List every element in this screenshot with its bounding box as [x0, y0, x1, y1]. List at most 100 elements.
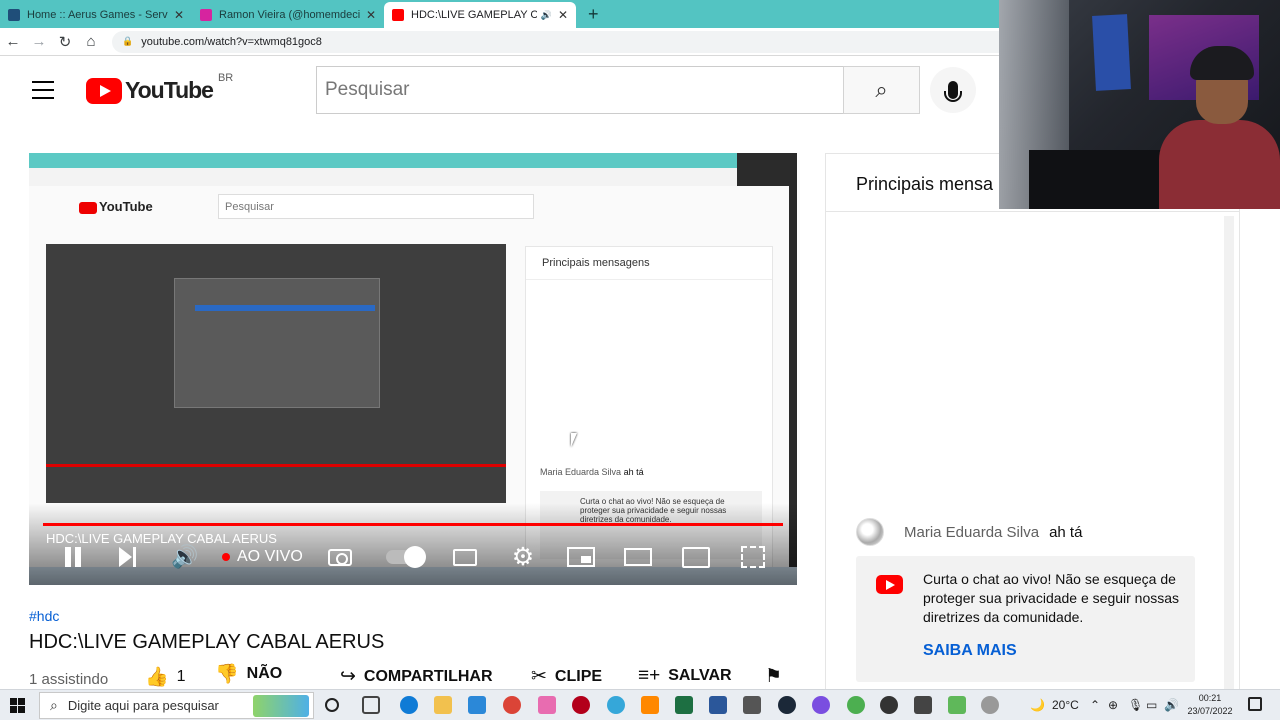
- obs-icon[interactable]: [880, 696, 898, 714]
- progress-bar[interactable]: [43, 523, 783, 526]
- battery-icon[interactable]: ▭: [1146, 698, 1157, 712]
- volume-icon[interactable]: 🔊: [171, 543, 198, 571]
- cast-icon[interactable]: [681, 543, 711, 571]
- home-icon[interactable]: ⌂: [78, 33, 104, 50]
- country-code: BR: [217, 71, 234, 84]
- instagram-favicon-icon: [200, 9, 212, 21]
- weather-icon[interactable]: 🌙: [1030, 698, 1045, 712]
- cortana-icon[interactable]: [325, 698, 339, 712]
- live-indicator[interactable]: AO VIVO: [222, 543, 312, 571]
- avatar[interactable]: [856, 518, 884, 546]
- player-controls: 🔊 AO VIVO ⚙: [29, 537, 797, 577]
- fullscreen-icon[interactable]: [740, 543, 766, 571]
- theater-mode-icon[interactable]: [623, 543, 653, 571]
- windows-taskbar: ⌕ Digite aqui para pesquisar 🌙 20°C ⌃ ⊕ …: [0, 689, 1280, 720]
- shield-app-icon[interactable]: [914, 696, 932, 714]
- thumbs-up-icon: 👍: [145, 667, 169, 688]
- captured-chat-message: Maria Eduarda Silva ah tá: [540, 467, 644, 477]
- lock-icon: 🔒: [122, 36, 134, 46]
- steam-icon[interactable]: [778, 696, 796, 714]
- volume-tray-icon[interactable]: 🔊: [1164, 698, 1179, 712]
- captured-dialog: [174, 278, 380, 408]
- captured-progress: [46, 464, 506, 467]
- next-button[interactable]: [117, 543, 137, 571]
- chat-text: ah tá: [1049, 523, 1083, 541]
- paint-icon[interactable]: [538, 696, 556, 714]
- vlc-icon[interactable]: [641, 696, 659, 714]
- notifications-icon[interactable]: [1248, 697, 1262, 711]
- settings-app-icon[interactable]: [981, 696, 999, 714]
- word-icon[interactable]: [709, 696, 727, 714]
- forward-icon[interactable]: →: [26, 33, 52, 50]
- like-button[interactable]: 👍 1: [145, 665, 186, 689]
- back-icon[interactable]: ←: [0, 33, 26, 50]
- settings-gear-icon[interactable]: ⚙: [510, 543, 536, 571]
- hashtag-link[interactable]: #hdc: [29, 608, 59, 624]
- close-tab-icon[interactable]: ✕: [174, 8, 184, 22]
- mail-icon[interactable]: [468, 696, 486, 714]
- windows-start-icon[interactable]: [10, 698, 25, 713]
- voice-search-button[interactable]: [930, 67, 976, 113]
- live-dot-icon: [222, 553, 230, 561]
- miniplayer-icon[interactable]: [566, 543, 596, 571]
- viewer-count: 1 assistindo: [29, 671, 109, 688]
- search-button[interactable]: ⌕: [843, 66, 920, 114]
- browser-app-icon[interactable]: [607, 696, 625, 714]
- subtitles-icon[interactable]: [452, 543, 478, 571]
- search-icon: ⌕: [50, 697, 58, 713]
- url-field[interactable]: 🔒 youtube.com/watch?v=xtwmq81goc8: [112, 30, 1092, 53]
- taskbar-search-input[interactable]: ⌕ Digite aqui para pesquisar: [39, 692, 314, 719]
- network-icon[interactable]: ⊕: [1108, 698, 1118, 712]
- youtube-logo[interactable]: YouTube BR: [86, 72, 233, 104]
- reload-icon[interactable]: ↻: [52, 33, 78, 51]
- clip-button[interactable]: ✂ CLIPE: [531, 665, 602, 688]
- webcam-overlay: [999, 0, 1280, 209]
- captured-logo: YouTube: [79, 199, 153, 214]
- save-button[interactable]: ≡+ SALVAR: [638, 665, 732, 687]
- speaker-icon[interactable]: 🔊: [541, 10, 552, 21]
- browser-tab-youtube[interactable]: HDC:\LIVE GAMEPLAY CABAL 🔊 ✕: [384, 2, 576, 28]
- report-button[interactable]: ⚑: [765, 665, 790, 688]
- browser-tab-aerus[interactable]: Home :: Aerus Games - Servidor ✕: [0, 2, 192, 28]
- learn-more-link[interactable]: SAIBA MAIS: [923, 642, 1017, 660]
- app-window-icon[interactable]: [743, 696, 761, 714]
- system-clock[interactable]: 00:21 23/07/2022: [1184, 692, 1236, 718]
- captured-address-bar: [29, 168, 737, 186]
- autoplay-toggle[interactable]: [384, 543, 426, 571]
- new-tab-icon[interactable]: +: [576, 4, 611, 28]
- chat-author[interactable]: Maria Eduarda Silva: [904, 524, 1039, 541]
- share-button[interactable]: ↪ COMPARTILHAR: [340, 665, 493, 688]
- aerus-favicon-icon: [8, 9, 20, 21]
- playlist-add-icon: ≡+: [638, 665, 661, 686]
- android-app-icon[interactable]: [948, 696, 966, 714]
- chat-scrollbar[interactable]: [1224, 216, 1234, 691]
- game-app-icon[interactable]: [572, 696, 590, 714]
- microphone-tray-icon[interactable]: 🎙: [1128, 698, 1143, 712]
- search-highlight-image: [253, 695, 309, 717]
- file-explorer-icon[interactable]: [434, 696, 452, 714]
- close-tab-icon[interactable]: ✕: [366, 8, 376, 22]
- dislike-button[interactable]: 👎 NÃO: [215, 662, 282, 686]
- screenshot-camera-icon[interactable]: [327, 543, 353, 571]
- youtube-masthead: YouTube BR Pesquisar ⌕: [0, 57, 1000, 123]
- captured-chat-header: Principais mensagens: [526, 247, 772, 280]
- youtube-favicon-icon: [392, 9, 404, 21]
- pause-button[interactable]: [63, 543, 83, 571]
- chat-app-icon[interactable]: [812, 696, 830, 714]
- menu-icon[interactable]: [32, 81, 54, 105]
- chrome-icon[interactable]: [503, 696, 521, 714]
- video-player[interactable]: YouTube Pesquisar Principais mensagens M…: [29, 153, 797, 585]
- task-view-icon[interactable]: [362, 696, 380, 714]
- chrome-profile-icon[interactable]: [847, 696, 865, 714]
- scissors-icon: ✂: [531, 666, 547, 687]
- flag-icon: ⚑: [765, 666, 783, 687]
- tray-chevron-icon[interactable]: ⌃: [1090, 698, 1100, 712]
- share-icon: ↪: [340, 666, 356, 687]
- search-input[interactable]: Pesquisar: [316, 66, 844, 114]
- edge-icon[interactable]: [400, 696, 418, 714]
- temperature[interactable]: 20°C: [1052, 698, 1079, 712]
- notice-text: Curta o chat ao vivo! Não se esqueça de …: [923, 571, 1180, 625]
- browser-tab-instagram[interactable]: Ramon Vieira (@homemdecienci ✕: [192, 2, 384, 28]
- close-tab-icon[interactable]: ✕: [558, 8, 568, 22]
- excel-icon[interactable]: [675, 696, 693, 714]
